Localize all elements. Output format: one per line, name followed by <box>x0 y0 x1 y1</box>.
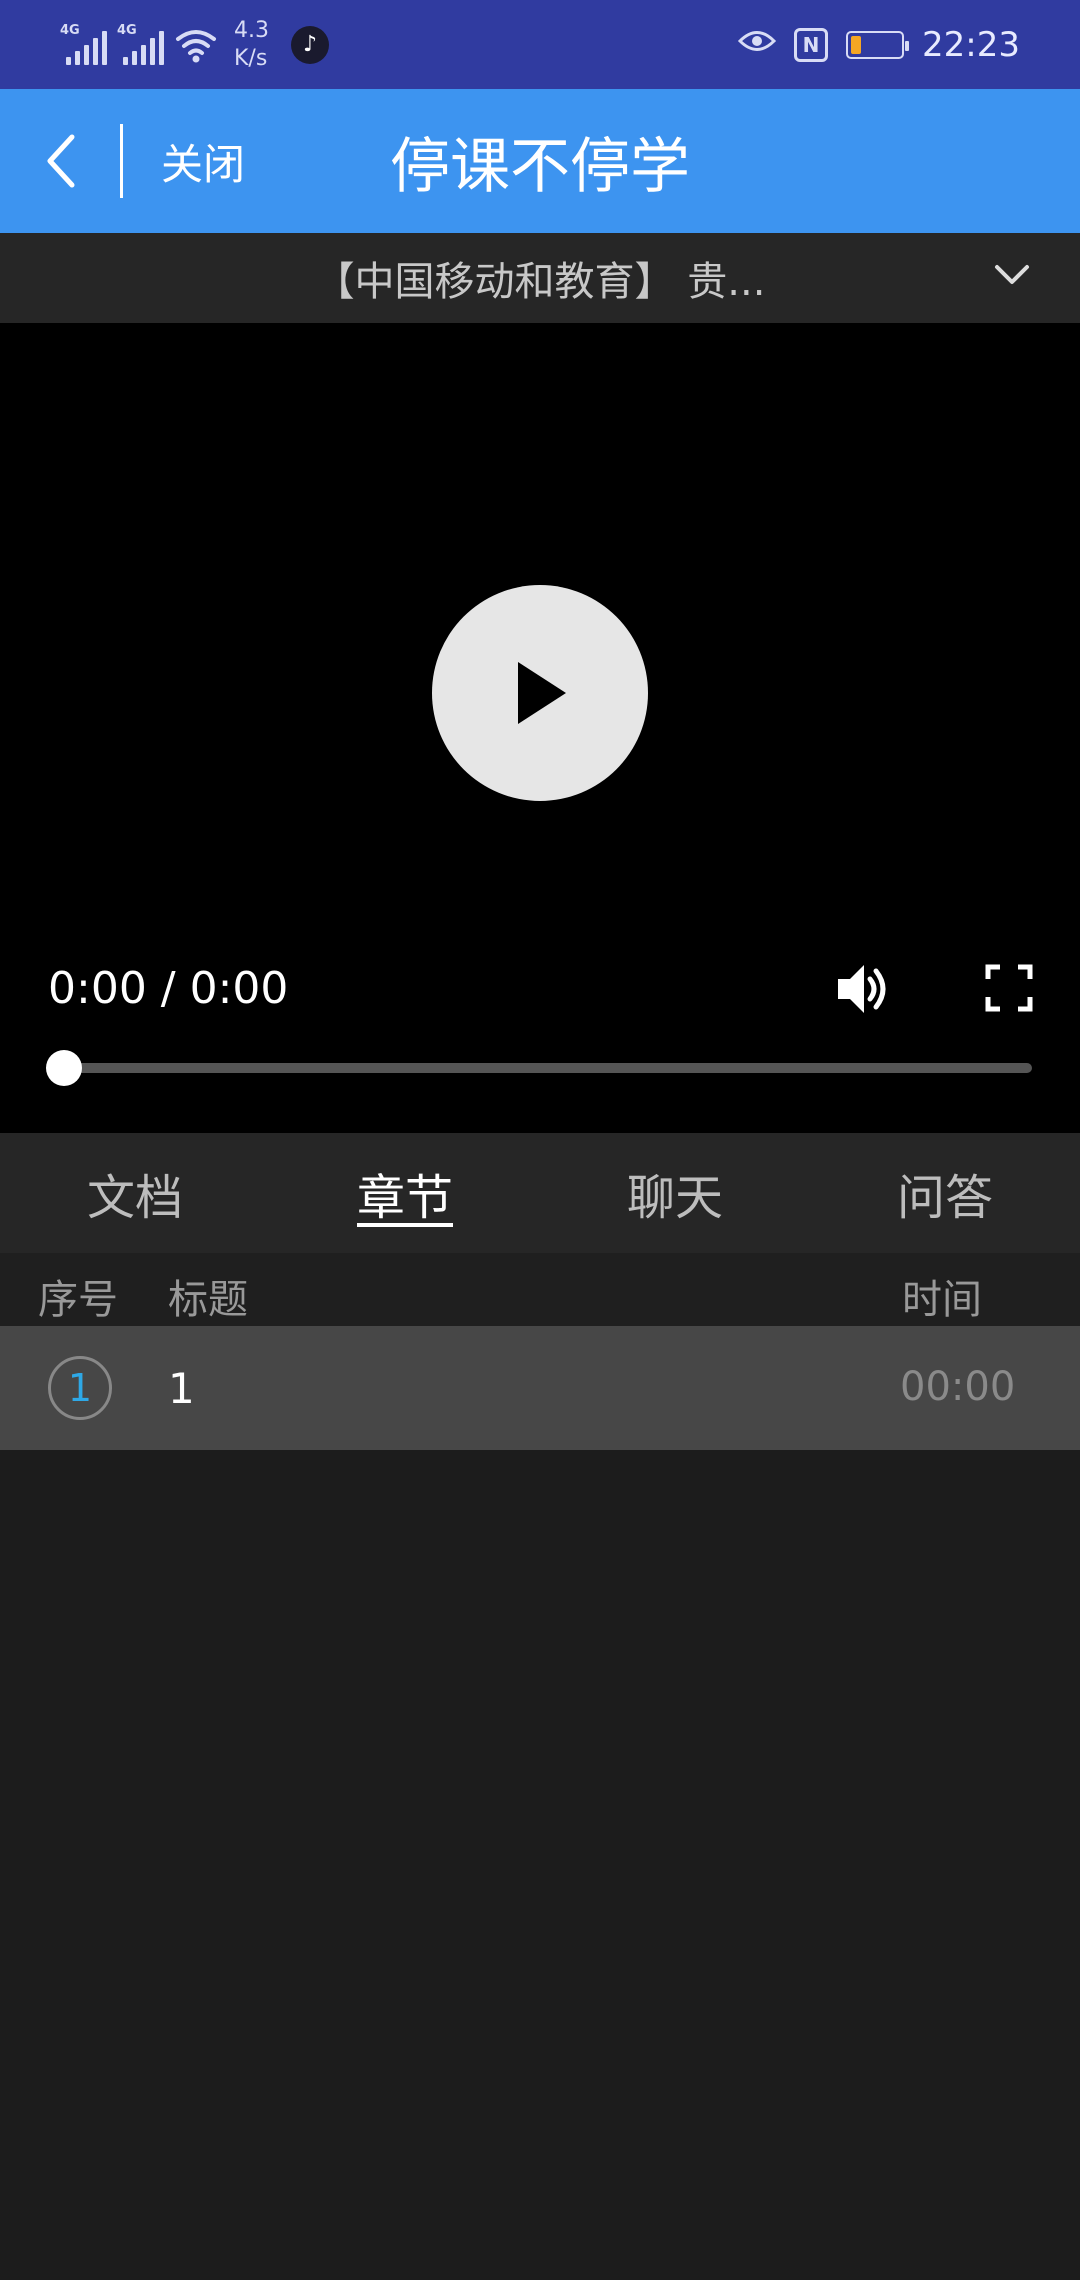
course-selector[interactable]: 【中国移动和教育】 贵... <box>0 233 1080 323</box>
signal-2: 4G <box>117 22 164 65</box>
signal-bar <box>102 30 107 65</box>
signal-1: 4G <box>60 22 107 65</box>
signal-bar <box>75 50 80 65</box>
app-header: 关闭 停课不停学 <box>0 89 1080 233</box>
signal-bar <box>123 56 128 65</box>
nfc-icon: N <box>794 27 829 62</box>
volume-button[interactable] <box>834 959 894 1019</box>
status-left: 4G 4G 4.3 K/s ♪ <box>60 17 329 73</box>
close-button[interactable]: 关闭 <box>123 89 283 233</box>
tab-chapters[interactable]: 章节 <box>270 1133 540 1253</box>
chapter-time: 00:00 <box>900 1364 1016 1410</box>
wifi-icon <box>174 25 218 65</box>
clock: 22:23 <box>922 24 1020 65</box>
battery-icon <box>846 30 910 59</box>
signal-1-label: 4G <box>60 22 80 38</box>
tab-chat[interactable]: 聊天 <box>540 1133 810 1253</box>
tab-bar: 文档 章节 聊天 问答 <box>0 1133 1080 1253</box>
playback-time: 0:00 / 0:00 <box>48 963 289 1014</box>
tab-label: 聊天 <box>626 1170 723 1226</box>
signal-2-label: 4G <box>117 22 137 38</box>
signal-bar <box>132 50 137 65</box>
column-header-time: 时间 <box>902 1277 982 1323</box>
signal-bar <box>93 37 98 65</box>
play-icon <box>518 662 566 724</box>
status-right: N 22:23 <box>737 24 1020 65</box>
signal-bar <box>66 56 71 65</box>
volume-icon <box>838 965 886 1013</box>
video-player[interactable]: 0:00 / 0:00 <box>0 323 1080 1133</box>
speed-unit: K/s <box>234 45 268 71</box>
tiktok-icon: ♪ <box>291 25 329 64</box>
progress-thumb[interactable] <box>46 1050 82 1086</box>
chapter-title: 1 <box>168 1364 195 1413</box>
fullscreen-button[interactable] <box>984 963 1034 1013</box>
chevron-left-icon <box>47 134 75 188</box>
chevron-down-icon[interactable] <box>994 263 1030 291</box>
network-speed: 4.3 K/s <box>234 17 269 73</box>
status-bar: 4G 4G 4.3 K/s ♪ N 22:23 <box>0 0 1080 89</box>
tab-label: 文档 <box>86 1170 183 1226</box>
signal-bar <box>141 44 146 65</box>
play-button[interactable] <box>432 585 648 801</box>
back-button[interactable] <box>0 89 120 233</box>
chapter-row[interactable]: 1 1 00:00 <box>0 1326 1080 1450</box>
chapter-table-header: 序号 标题 时间 <box>0 1253 1080 1326</box>
signal-bar <box>150 37 155 65</box>
signal-bar <box>159 30 164 65</box>
progress-track[interactable] <box>64 1063 1032 1073</box>
empty-content-area <box>0 1450 1080 2280</box>
tab-label: 问答 <box>896 1170 993 1226</box>
column-header-title: 标题 <box>168 1277 248 1323</box>
battery-fill <box>851 35 861 54</box>
course-title: 【中国移动和教育】 贵... <box>314 259 766 305</box>
chapter-index-badge: 1 <box>48 1356 112 1420</box>
signal-bar <box>84 44 89 65</box>
fullscreen-icon <box>985 964 1033 1012</box>
tab-active-indicator <box>357 1223 453 1227</box>
column-header-index: 序号 <box>38 1277 118 1323</box>
speed-value: 4.3 <box>234 17 269 43</box>
tab-documents[interactable]: 文档 <box>0 1133 270 1253</box>
tab-label: 章节 <box>356 1170 453 1226</box>
tab-qa[interactable]: 问答 <box>810 1133 1080 1253</box>
eye-comfort-icon <box>737 27 777 62</box>
